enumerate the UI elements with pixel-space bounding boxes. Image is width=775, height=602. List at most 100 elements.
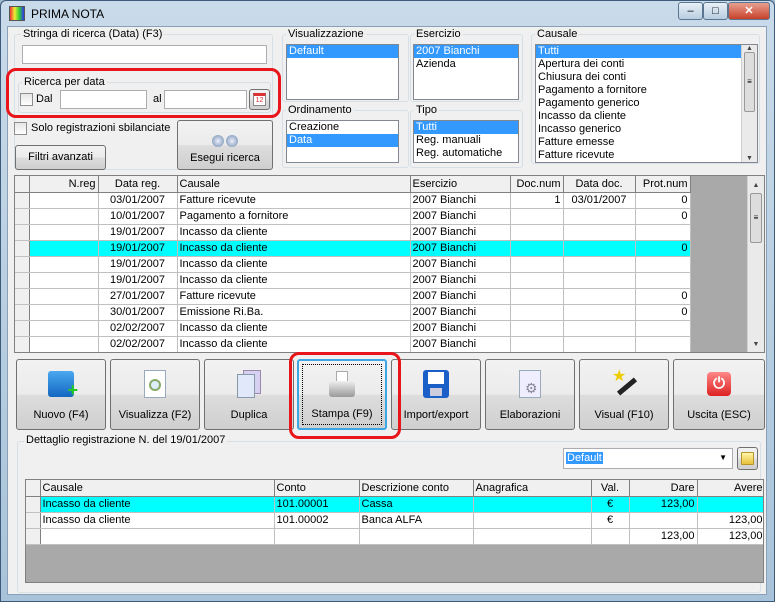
- list-item[interactable]: Pagamento generico: [536, 97, 757, 110]
- column-header[interactable]: Esercizio: [410, 176, 511, 193]
- table-row[interactable]: 19/01/2007 Incasso da cliente 2007 Bianchi: [15, 272, 691, 289]
- list-item[interactable]: Creazione: [287, 121, 398, 134]
- table-cell: [563, 240, 636, 257]
- advanced-filters-button[interactable]: Filtri avanzati: [15, 145, 106, 170]
- column-header[interactable]: Data reg.: [98, 176, 178, 193]
- list-item[interactable]: Fatture emesse: [536, 136, 757, 149]
- table-row[interactable]: 27/01/2007 Fatture ricevute 2007 Bianchi 0: [15, 288, 691, 305]
- table-cell: 1: [510, 192, 564, 209]
- table-cell: [635, 272, 691, 289]
- table-cell: [629, 512, 698, 529]
- toolbar-button-uscita[interactable]: ⏻ Uscita (ESC): [673, 359, 765, 430]
- row-indicator[interactable]: [15, 256, 30, 273]
- grid-scrollbar[interactable]: ▲ ≡ ▼: [747, 176, 764, 352]
- row-indicator[interactable]: [15, 240, 30, 257]
- esercizio-list[interactable]: 2007 Bianchi Azienda: [413, 44, 519, 100]
- table-row[interactable]: 10/01/2007 Pagamento a fornitore 2007 Bian…: [15, 208, 691, 225]
- detail-view-select[interactable]: Default ▼: [563, 448, 733, 469]
- row-indicator[interactable]: [26, 528, 41, 545]
- row-indicator[interactable]: [26, 496, 41, 513]
- column-header[interactable]: Prot.num: [635, 176, 691, 193]
- table-cell: 123,00: [629, 528, 698, 545]
- column-header[interactable]: Val.: [591, 480, 630, 497]
- list-item[interactable]: Pagamento a fornitore: [536, 84, 757, 97]
- tipo-list[interactable]: Tutti Reg. manuali Reg. automatiche: [413, 120, 519, 163]
- table-row[interactable]: Incasso da cliente 101.00001 Cassa €123,00: [26, 496, 763, 513]
- table-cell: 19/01/2007: [98, 272, 178, 289]
- column-header[interactable]: Avere: [697, 480, 763, 497]
- list-item[interactable]: Fatture ricevute: [536, 149, 757, 162]
- ordinamento-list[interactable]: Creazione Data: [286, 120, 399, 163]
- row-indicator[interactable]: [15, 224, 30, 241]
- run-search-button[interactable]: Esegui ricerca: [177, 120, 273, 170]
- column-header[interactable]: Descrizione conto: [359, 480, 474, 497]
- list-item[interactable]: Tutti: [536, 45, 757, 58]
- table-cell: [473, 512, 592, 529]
- scrollbar-thumb[interactable]: ≡: [750, 193, 762, 243]
- row-indicator[interactable]: [15, 272, 30, 289]
- causale-scrollbar[interactable]: ▲ ≡ ▼: [741, 45, 757, 162]
- search-input[interactable]: [22, 45, 267, 64]
- list-item[interactable]: Default: [287, 45, 398, 58]
- column-header[interactable]: Conto: [274, 480, 360, 497]
- row-indicator[interactable]: [15, 320, 30, 337]
- list-item[interactable]: 2007 Bianchi: [414, 45, 518, 58]
- row-indicator[interactable]: [15, 304, 30, 321]
- list-item[interactable]: Azienda: [414, 58, 518, 71]
- table-row[interactable]: 30/01/2007 Emissione Ri.Ba. 2007 Bianchi 0: [15, 304, 691, 321]
- column-header[interactable]: Data doc.: [563, 176, 636, 193]
- table-cell: 0: [635, 192, 691, 209]
- visualizzazione-list[interactable]: Default: [286, 44, 399, 100]
- toolbar-button-duplica[interactable]: Duplica: [204, 359, 294, 430]
- list-item[interactable]: Incasso da cliente: [536, 110, 757, 123]
- table-row[interactable]: 02/02/2007 Incasso da cliente 2007 Bianchi: [15, 336, 691, 352]
- causale-list[interactable]: Tutti Apertura dei conti Chiusura dei cont…: [535, 44, 758, 163]
- open-folder-button[interactable]: [737, 447, 758, 470]
- list-item[interactable]: Chiusura dei conti: [536, 71, 757, 84]
- row-indicator[interactable]: [15, 336, 30, 352]
- list-item[interactable]: Reg. manuali: [414, 134, 518, 147]
- close-button[interactable]: ✕: [728, 2, 770, 20]
- toolbar-button-nuovo[interactable]: + Nuovo (F4): [16, 359, 106, 430]
- unbalanced-checkbox[interactable]: [14, 122, 27, 135]
- column-header[interactable]: Doc.num: [510, 176, 564, 193]
- table-row[interactable]: 02/02/2007 Incasso da cliente 2007 Bianchi: [15, 320, 691, 337]
- row-indicator[interactable]: [15, 208, 30, 225]
- column-header[interactable]: N.reg: [29, 176, 99, 193]
- toolbar-button-visualizza[interactable]: Visualizza (F2): [110, 359, 200, 430]
- scrollbar-thumb[interactable]: ≡: [744, 52, 755, 112]
- list-item[interactable]: Apertura dei conti: [536, 58, 757, 71]
- table-cell: [29, 224, 99, 241]
- column-header[interactable]: Causale: [177, 176, 411, 193]
- list-item[interactable]: Reg. automatiche: [414, 147, 518, 160]
- toolbar-button-visual[interactable]: ★ Visual (F10): [579, 359, 669, 430]
- table-cell: [510, 336, 564, 352]
- list-item[interactable]: Incasso generico: [536, 123, 757, 136]
- row-indicator[interactable]: [26, 512, 41, 529]
- toolbar-button-import-export[interactable]: Import/export: [391, 359, 481, 430]
- table-cell: [29, 336, 99, 352]
- detail-view-value: Default: [566, 452, 603, 464]
- table-row[interactable]: 19/01/2007 Incasso da cliente 2007 Bianchi: [15, 224, 691, 241]
- column-header[interactable]: Causale: [40, 480, 275, 497]
- row-indicator-header: [15, 176, 30, 193]
- toolbar-button-elaborazioni[interactable]: ⚙ Elaborazioni: [485, 359, 575, 430]
- unbalanced-label: Solo registrazioni sbilanciate: [31, 122, 171, 134]
- table-cell: Incasso da cliente: [40, 496, 275, 513]
- row-indicator[interactable]: [15, 288, 30, 305]
- list-item[interactable]: Tutti: [414, 121, 518, 134]
- table-row[interactable]: Incasso da cliente 101.00002 Banca ALFA €12…: [26, 512, 763, 529]
- minimize-button[interactable]: –: [678, 2, 703, 20]
- table-cell: 2007 Bianchi: [410, 320, 511, 337]
- maximize-button[interactable]: □: [703, 2, 728, 20]
- table-row[interactable]: 03/01/2007 Fatture ricevute 2007 Bianchi 1 0…: [15, 192, 691, 209]
- table-row[interactable]: 19/01/2007 Incasso da cliente 2007 Bianchi…: [15, 240, 691, 257]
- column-header[interactable]: Dare: [629, 480, 698, 497]
- table-row[interactable]: 19/01/2007 Incasso da cliente 2007 Bianchi: [15, 256, 691, 273]
- column-header[interactable]: Anagrafica: [473, 480, 592, 497]
- table-cell: [563, 224, 636, 241]
- detail-grid: Causale Conto Descrizione conto Anagrafica V…: [25, 479, 764, 583]
- table-row[interactable]: 123,00 123,00: [26, 528, 763, 545]
- list-item[interactable]: Data: [287, 134, 398, 147]
- row-indicator[interactable]: [15, 192, 30, 209]
